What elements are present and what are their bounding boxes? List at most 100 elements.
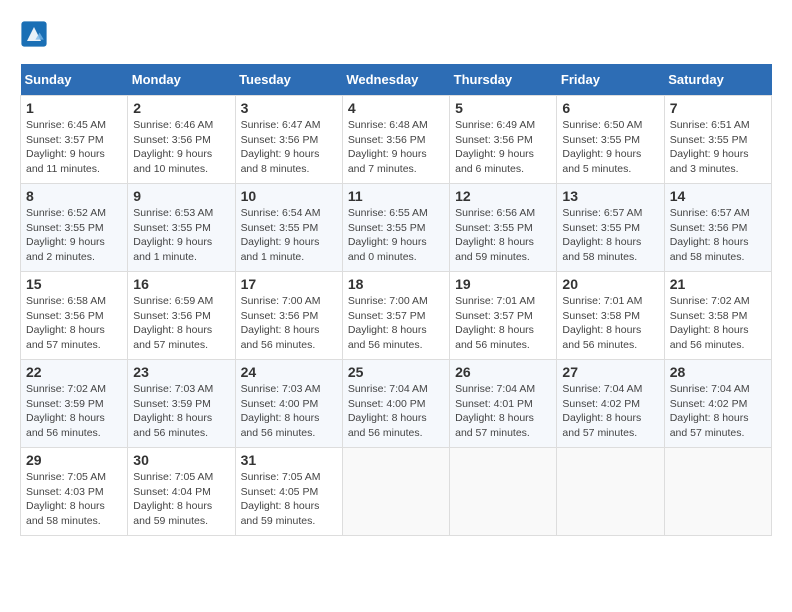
day-number: 31 xyxy=(241,452,337,468)
calendar-cell: 16Sunrise: 6:59 AMSunset: 3:56 PMDayligh… xyxy=(128,272,235,360)
day-number: 25 xyxy=(348,364,444,380)
cell-content: Sunrise: 6:52 AMSunset: 3:55 PMDaylight:… xyxy=(26,206,122,265)
calendar-cell: 1Sunrise: 6:45 AMSunset: 3:57 PMDaylight… xyxy=(21,96,128,184)
cell-content: Sunrise: 6:51 AMSunset: 3:55 PMDaylight:… xyxy=(670,118,766,177)
calendar-cell: 17 Sunrise: 7:00 AMSunset: 3:56 PMDayligh… xyxy=(235,272,342,360)
day-number: 5 xyxy=(455,100,551,116)
cell-content: Sunrise: 7:05 AMSunset: 4:03 PMDaylight:… xyxy=(26,470,122,529)
calendar-week-1: 1Sunrise: 6:45 AMSunset: 3:57 PMDaylight… xyxy=(21,96,772,184)
day-number: 27 xyxy=(562,364,658,380)
cell-content: Sunrise: 7:04 AMSunset: 4:02 PMDaylight:… xyxy=(670,382,766,441)
cell-content: Sunrise: 6:49 AMSunset: 3:56 PMDaylight:… xyxy=(455,118,551,177)
logo xyxy=(20,20,52,48)
cell-content: Sunrise: 6:48 AMSunset: 3:56 PMDaylight:… xyxy=(348,118,444,177)
page-header xyxy=(20,20,772,48)
calendar-week-5: 29 Sunrise: 7:05 AMSunset: 4:03 PMDayligh… xyxy=(21,448,772,536)
cell-content: Sunrise: 6:50 AMSunset: 3:55 PMDaylight:… xyxy=(562,118,658,177)
cell-content: Sunrise: 6:57 AMSunset: 3:56 PMDaylight:… xyxy=(670,206,766,265)
cell-content: Sunrise: 7:02 AMSunset: 3:59 PMDaylight:… xyxy=(26,382,122,441)
calendar-cell: 29 Sunrise: 7:05 AMSunset: 4:03 PMDayligh… xyxy=(21,448,128,536)
calendar-cell: 8 Sunrise: 6:52 AMSunset: 3:55 PMDaylight… xyxy=(21,184,128,272)
calendar-cell xyxy=(342,448,449,536)
day-number: 24 xyxy=(241,364,337,380)
day-number: 13 xyxy=(562,188,658,204)
day-number: 2 xyxy=(133,100,229,116)
col-header-saturday: Saturday xyxy=(664,64,771,96)
calendar-cell: 27 Sunrise: 7:04 AMSunset: 4:02 PMDayligh… xyxy=(557,360,664,448)
day-number: 26 xyxy=(455,364,551,380)
day-number: 18 xyxy=(348,276,444,292)
col-header-monday: Monday xyxy=(128,64,235,96)
cell-content: Sunrise: 6:53 AMSunset: 3:55 PMDaylight:… xyxy=(133,206,229,265)
day-number: 3 xyxy=(241,100,337,116)
calendar-cell: 25 Sunrise: 7:04 AMSunset: 4:00 PMDayligh… xyxy=(342,360,449,448)
calendar-cell: 4 Sunrise: 6:48 AMSunset: 3:56 PMDaylight… xyxy=(342,96,449,184)
calendar-cell xyxy=(450,448,557,536)
day-number: 23 xyxy=(133,364,229,380)
calendar-cell xyxy=(664,448,771,536)
day-number: 12 xyxy=(455,188,551,204)
day-number: 19 xyxy=(455,276,551,292)
col-header-friday: Friday xyxy=(557,64,664,96)
day-number: 20 xyxy=(562,276,658,292)
calendar-cell: 3 Sunrise: 6:47 AMSunset: 3:56 PMDaylight… xyxy=(235,96,342,184)
cell-content: Sunrise: 7:00 AMSunset: 3:57 PMDaylight:… xyxy=(348,294,444,353)
cell-content: Sunrise: 6:46 AMSunset: 3:56 PMDaylight:… xyxy=(133,118,229,177)
calendar-cell: 14 Sunrise: 6:57 AMSunset: 3:56 PMDayligh… xyxy=(664,184,771,272)
calendar-week-3: 15Sunrise: 6:58 AMSunset: 3:56 PMDayligh… xyxy=(21,272,772,360)
calendar-cell: 10 Sunrise: 6:54 AMSunset: 3:55 PMDayligh… xyxy=(235,184,342,272)
cell-content: Sunrise: 7:05 AMSunset: 4:05 PMDaylight:… xyxy=(241,470,337,529)
calendar-cell: 30 Sunrise: 7:05 AMSunset: 4:04 PMDayligh… xyxy=(128,448,235,536)
day-number: 28 xyxy=(670,364,766,380)
day-number: 21 xyxy=(670,276,766,292)
calendar-cell: 13 Sunrise: 6:57 AMSunset: 3:55 PMDayligh… xyxy=(557,184,664,272)
cell-content: Sunrise: 7:01 AMSunset: 3:57 PMDaylight:… xyxy=(455,294,551,353)
calendar-cell: 5 Sunrise: 6:49 AMSunset: 3:56 PMDaylight… xyxy=(450,96,557,184)
calendar-cell: 20 Sunrise: 7:01 AMSunset: 3:58 PMDayligh… xyxy=(557,272,664,360)
cell-content: Sunrise: 6:47 AMSunset: 3:56 PMDaylight:… xyxy=(241,118,337,177)
cell-content: Sunrise: 7:04 AMSunset: 4:00 PMDaylight:… xyxy=(348,382,444,441)
cell-content: Sunrise: 7:03 AMSunset: 4:00 PMDaylight:… xyxy=(241,382,337,441)
cell-content: Sunrise: 6:45 AMSunset: 3:57 PMDaylight:… xyxy=(26,118,122,177)
calendar-cell: 23Sunrise: 7:03 AMSunset: 3:59 PMDayligh… xyxy=(128,360,235,448)
calendar-cell: 12 Sunrise: 6:56 AMSunset: 3:55 PMDayligh… xyxy=(450,184,557,272)
calendar-cell: 21 Sunrise: 7:02 AMSunset: 3:58 PMDayligh… xyxy=(664,272,771,360)
calendar-cell: 31 Sunrise: 7:05 AMSunset: 4:05 PMDayligh… xyxy=(235,448,342,536)
col-header-tuesday: Tuesday xyxy=(235,64,342,96)
cell-content: Sunrise: 6:56 AMSunset: 3:55 PMDaylight:… xyxy=(455,206,551,265)
calendar-cell: 2 Sunrise: 6:46 AMSunset: 3:56 PMDaylight… xyxy=(128,96,235,184)
day-number: 9 xyxy=(133,188,229,204)
day-number: 10 xyxy=(241,188,337,204)
day-number: 4 xyxy=(348,100,444,116)
col-header-thursday: Thursday xyxy=(450,64,557,96)
cell-content: Sunrise: 7:04 AMSunset: 4:02 PMDaylight:… xyxy=(562,382,658,441)
calendar-cell: 11Sunrise: 6:55 AMSunset: 3:55 PMDayligh… xyxy=(342,184,449,272)
day-number: 6 xyxy=(562,100,658,116)
calendar-cell: 6 Sunrise: 6:50 AMSunset: 3:55 PMDaylight… xyxy=(557,96,664,184)
calendar-cell: 22Sunrise: 7:02 AMSunset: 3:59 PMDayligh… xyxy=(21,360,128,448)
calendar-week-4: 22Sunrise: 7:02 AMSunset: 3:59 PMDayligh… xyxy=(21,360,772,448)
day-number: 7 xyxy=(670,100,766,116)
cell-content: Sunrise: 7:05 AMSunset: 4:04 PMDaylight:… xyxy=(133,470,229,529)
cell-content: Sunrise: 6:54 AMSunset: 3:55 PMDaylight:… xyxy=(241,206,337,265)
day-number: 14 xyxy=(670,188,766,204)
cell-content: Sunrise: 7:01 AMSunset: 3:58 PMDaylight:… xyxy=(562,294,658,353)
calendar-table: SundayMondayTuesdayWednesdayThursdayFrid… xyxy=(20,64,772,536)
col-header-sunday: Sunday xyxy=(21,64,128,96)
cell-content: Sunrise: 7:02 AMSunset: 3:58 PMDaylight:… xyxy=(670,294,766,353)
cell-content: Sunrise: 6:59 AMSunset: 3:56 PMDaylight:… xyxy=(133,294,229,353)
cell-content: Sunrise: 6:58 AMSunset: 3:56 PMDaylight:… xyxy=(26,294,122,353)
day-number: 17 xyxy=(241,276,337,292)
calendar-cell: 15Sunrise: 6:58 AMSunset: 3:56 PMDayligh… xyxy=(21,272,128,360)
col-header-wednesday: Wednesday xyxy=(342,64,449,96)
day-number: 30 xyxy=(133,452,229,468)
calendar-cell: 7 Sunrise: 6:51 AMSunset: 3:55 PMDaylight… xyxy=(664,96,771,184)
day-number: 8 xyxy=(26,188,122,204)
day-number: 11 xyxy=(348,188,444,204)
calendar-cell: 18 Sunrise: 7:00 AMSunset: 3:57 PMDayligh… xyxy=(342,272,449,360)
calendar-cell xyxy=(557,448,664,536)
cell-content: Sunrise: 7:00 AMSunset: 3:56 PMDaylight:… xyxy=(241,294,337,353)
day-number: 29 xyxy=(26,452,122,468)
calendar-cell: 19 Sunrise: 7:01 AMSunset: 3:57 PMDayligh… xyxy=(450,272,557,360)
cell-content: Sunrise: 6:57 AMSunset: 3:55 PMDaylight:… xyxy=(562,206,658,265)
